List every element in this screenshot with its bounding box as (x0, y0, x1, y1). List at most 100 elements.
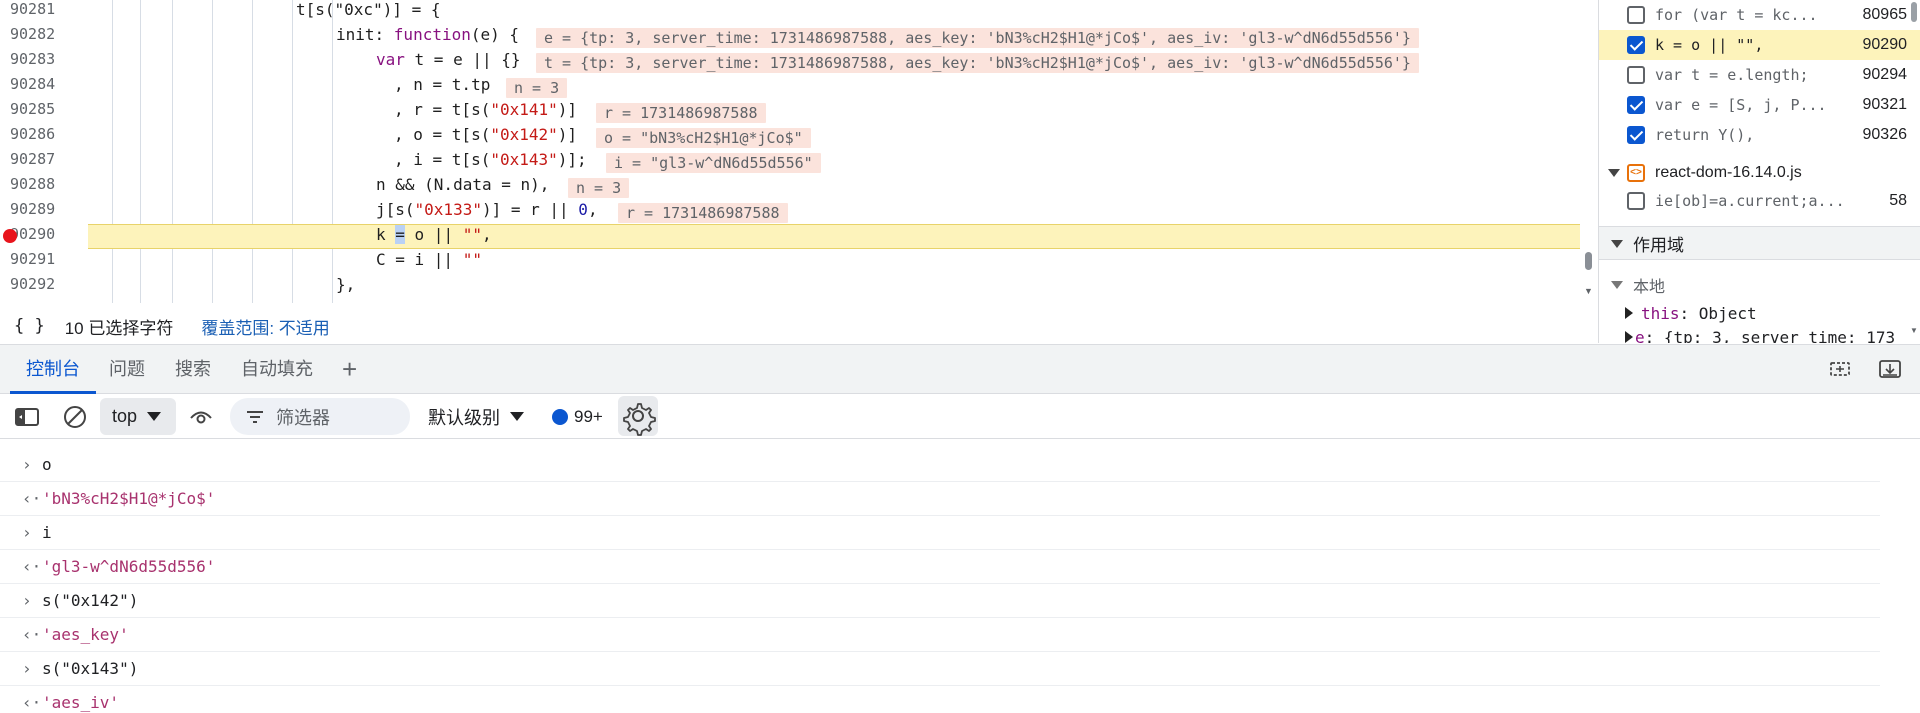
sidebar-toggle-icon[interactable] (14, 404, 40, 430)
code-text-part: C = i || (376, 250, 463, 269)
scope-title: 作用域 (1633, 235, 1684, 255)
breakpoint-file-group[interactable]: <> react-dom-16.14.0.js (1599, 158, 1920, 188)
console-settings-button[interactable] (618, 396, 658, 436)
log-level-selector[interactable]: 默认级别 (428, 398, 524, 435)
line-number[interactable]: 90291 (10, 250, 88, 268)
context-selector[interactable]: top (100, 398, 176, 435)
scroll-down-arrow-icon[interactable]: ▼ (1584, 286, 1593, 296)
code-line[interactable]: 90292 }, (0, 275, 1598, 300)
expand-triangle-icon[interactable] (1625, 304, 1633, 323)
code-line-current[interactable]: 90290 k = o || "", (0, 225, 1598, 250)
scrollbar-thumb[interactable] (1911, 2, 1917, 22)
breakpoint-code: ie[ob]=a.current;a... (1655, 192, 1845, 210)
line-number[interactable]: 90286 (10, 125, 88, 143)
code-line[interactable]: 90291 C = i || "" (0, 250, 1598, 275)
code-text-part: j[s( (376, 200, 415, 219)
editor-scrollbar[interactable]: ▼ (1580, 0, 1598, 303)
expand-triangle-icon[interactable] (1608, 164, 1620, 182)
line-number[interactable]: 90284 (10, 75, 88, 93)
breakpoint-checkbox[interactable] (1627, 36, 1645, 54)
console-input-text: s("0x143") (42, 659, 139, 678)
console-result-row[interactable]: ‹· 'bN3%cH2$H1@*jCo$' (0, 482, 1880, 516)
drawer-tab-bar: 控制台 问题 搜索 自动填充 + (0, 344, 1920, 394)
code-line[interactable]: 90289 j[s("0x133")] = r || 0, r = 173148… (0, 200, 1598, 225)
breakpoint-item[interactable]: return Y(), 90326 (1599, 120, 1920, 150)
code-line[interactable]: 90288 n && (N.data = n), n = 3 (0, 175, 1598, 200)
breakpoint-checkbox[interactable] (1627, 66, 1645, 84)
scope-variable-e[interactable]: e: {tp: 3, server_time: 173 (1599, 324, 1920, 343)
code-line[interactable]: 90283 var t = e || {} t = {tp: 3, server… (0, 50, 1598, 75)
breakpoint-item[interactable]: ie[ob]=a.current;a... 58 (1599, 186, 1920, 216)
breakpoint-checkbox[interactable] (1627, 192, 1645, 210)
line-number[interactable]: 90288 (10, 175, 88, 193)
breakpoint-checkbox[interactable] (1627, 6, 1645, 24)
code-text-rest: (e) { (470, 25, 520, 44)
source-editor[interactable]: 90281 t[s("0xc")] = { 90282 init: functi… (0, 0, 1598, 303)
issues-counter[interactable]: 99+ (552, 398, 603, 435)
breakpoint-checkbox[interactable] (1627, 96, 1645, 114)
inline-value: i = "gl3-w^dN6d55d556" (606, 153, 821, 173)
code-keyword: function (393, 25, 471, 44)
filter-input[interactable]: 筛选器 (230, 398, 410, 435)
line-number[interactable]: 90285 (10, 100, 88, 118)
console-input-text: s("0x142") (42, 591, 139, 610)
breakpoint-item-active[interactable]: k = o || "", 90290 (1599, 30, 1920, 60)
console-result-row[interactable]: ‹· 'gl3-w^dN6d55d556' (0, 550, 1880, 584)
dock-panel-icon[interactable] (1828, 359, 1852, 379)
line-number[interactable]: 90287 (10, 150, 88, 168)
scope-local-row[interactable]: 本地 (1599, 272, 1920, 298)
log-level-label: 默认级别 (428, 407, 500, 428)
code-property: init (336, 25, 375, 44)
code-text: k = o || "", (376, 225, 492, 244)
code-line[interactable]: 90282 init: function(e) { e = {tp: 3, se… (0, 25, 1598, 50)
console-input-text: i (42, 523, 52, 542)
console-input-row[interactable]: › s("0x143") (0, 652, 1880, 686)
code-number: 0 (578, 200, 588, 219)
breakpoint-item[interactable]: var t = e.length; 90294 (1599, 60, 1920, 90)
breakpoint-checkbox[interactable] (1627, 126, 1645, 144)
add-tab-plus-icon[interactable]: + (342, 355, 357, 383)
line-number[interactable]: 90281 (10, 0, 88, 18)
console-input-row[interactable]: › o (0, 448, 1880, 482)
code-line[interactable]: 90281 t[s("0xc")] = { (0, 0, 1598, 25)
breakpoint-marker-icon[interactable] (3, 229, 17, 243)
code-text: , n = t.tp (394, 75, 491, 94)
code-line[interactable]: 90287 , i = t[s("0x143")]; i = "gl3-w^dN… (0, 150, 1598, 175)
console-input-row[interactable]: › i (0, 516, 1880, 550)
input-chevron-icon: › (22, 523, 32, 542)
code-text: t[s("0xc")] = { (296, 0, 441, 19)
console-input-row[interactable]: › s("0x142") (0, 584, 1880, 618)
console-output[interactable]: › o ‹· 'bN3%cH2$H1@*jCo$' › i ‹· 'gl3-w^… (0, 440, 1920, 713)
breakpoint-item[interactable]: for (var t = kc... 80965 (1599, 0, 1920, 30)
tab-issues[interactable]: 问题 (100, 345, 154, 394)
line-number[interactable]: 90292 (10, 275, 88, 293)
collapse-drawer-icon[interactable] (1878, 359, 1902, 379)
editor-status-bar: { } 10 已选择字符 覆盖范围: 不适用 (0, 308, 1598, 344)
live-expression-eye-icon[interactable] (188, 404, 214, 430)
clear-console-icon[interactable] (62, 404, 88, 430)
console-result-row[interactable]: ‹· 'aes_iv' (0, 686, 1880, 713)
scroll-down-arrow-icon[interactable]: ▼ (1910, 326, 1918, 335)
tab-console[interactable]: 控制台 (10, 345, 96, 394)
line-number[interactable]: 90290 (10, 225, 88, 243)
tab-search[interactable]: 搜索 (166, 345, 220, 394)
pretty-print-button[interactable]: { } (14, 316, 45, 336)
line-number[interactable]: 90282 (10, 25, 88, 43)
breakpoint-item[interactable]: var e = [S, j, P... 90321 (1599, 90, 1920, 120)
sidebar-scrollbar[interactable]: ▼ (1908, 0, 1920, 343)
file-icon: <> (1627, 164, 1645, 182)
code-line[interactable]: 90286 , o = t[s("0x142")] o = "bN3%cH2$H… (0, 125, 1598, 150)
tab-autofill[interactable]: 自动填充 (232, 345, 322, 394)
code-line[interactable]: 90284 , n = t.tp n = 3 (0, 75, 1598, 100)
code-text-part: , o = t[s( (394, 125, 491, 144)
code-text-part: , r = t[s( (394, 100, 491, 119)
coverage-link[interactable]: 覆盖范围: 不适用 (201, 314, 329, 339)
scrollbar-thumb[interactable] (1585, 252, 1592, 270)
line-number[interactable]: 90283 (10, 50, 88, 68)
console-result-row[interactable]: ‹· 'aes_key' (0, 618, 1880, 652)
scope-section-header[interactable]: 作用域 (1599, 226, 1920, 260)
expand-triangle-icon[interactable] (1625, 328, 1633, 344)
scope-variable-this[interactable]: this: Object (1599, 300, 1920, 326)
line-number[interactable]: 90289 (10, 200, 88, 218)
code-line[interactable]: 90285 , r = t[s("0x141")] r = 1731486987… (0, 100, 1598, 125)
